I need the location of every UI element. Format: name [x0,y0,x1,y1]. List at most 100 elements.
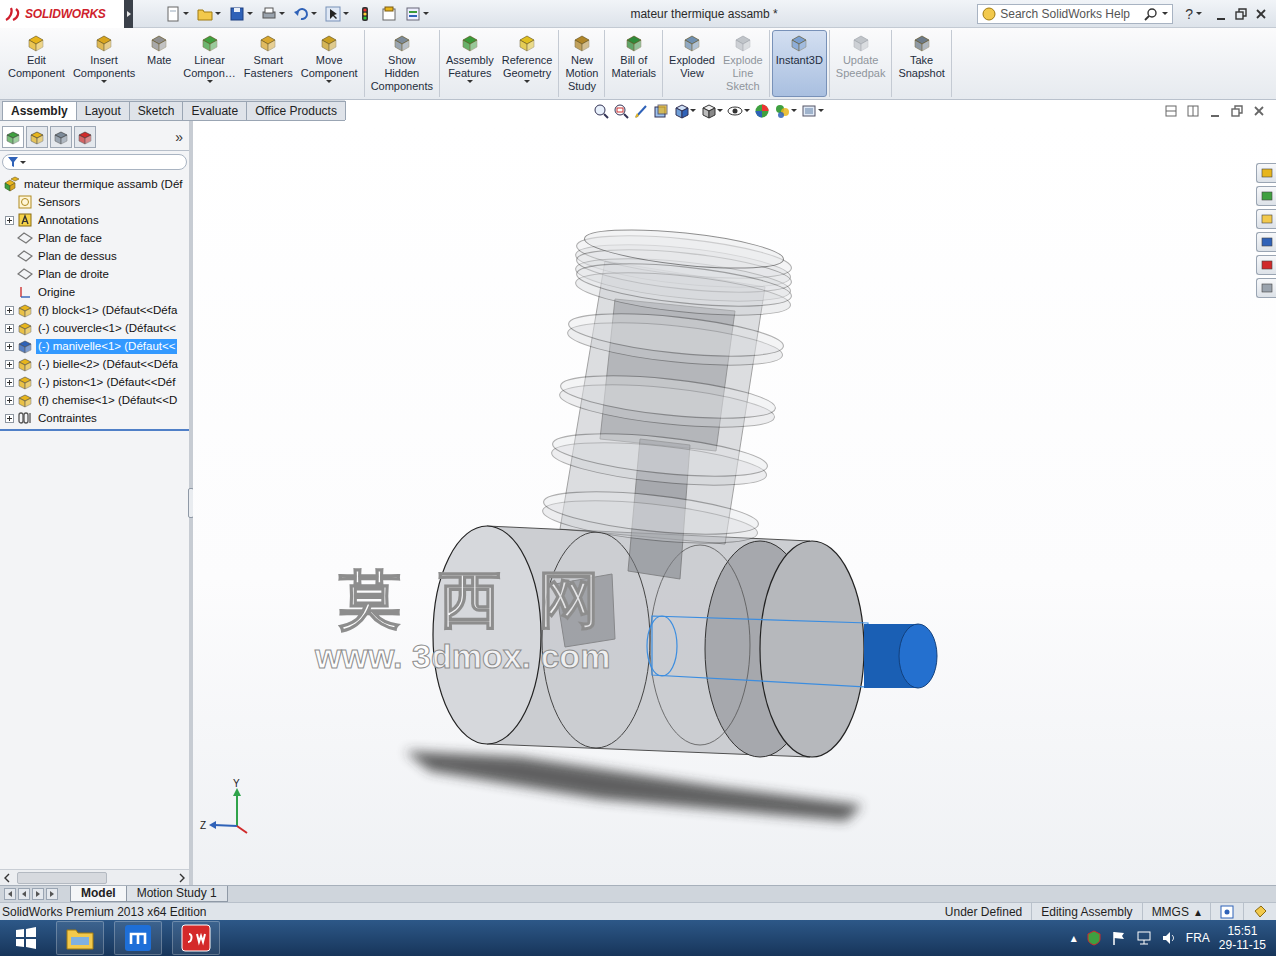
view-tool[interactable] [653,103,669,119]
command-button[interactable]: EditComponent [4,30,69,97]
command-tab[interactable]: Evaluate [182,101,247,120]
dropdown-caret[interactable] [101,80,107,83]
expand-icon[interactable] [5,324,14,333]
command-button[interactable]: MoveComponent [297,30,362,97]
manager-tab[interactable] [50,126,72,148]
scroll-track[interactable] [14,871,175,884]
next-arrow-icon[interactable] [32,888,44,900]
tree-item[interactable]: Annotations [0,211,189,229]
restore-window-icon[interactable] [1234,7,1248,21]
task-pane-tab[interactable] [1256,255,1276,275]
quick-access-button[interactable] [291,6,319,22]
quick-access-button[interactable] [227,6,255,22]
crankshaft[interactable] [647,616,937,688]
view-tool[interactable] [801,103,824,119]
quick-access-button[interactable] [355,6,375,22]
view-tool[interactable] [673,103,696,119]
view-tool[interactable] [633,103,649,119]
command-button[interactable]: ReferenceGeometry [498,30,557,97]
scroll-left[interactable] [0,870,14,885]
command-button[interactable]: Bill ofMaterials [607,30,660,97]
taskbar-solidworks[interactable] [172,921,220,955]
horizontal-scrollbar[interactable] [0,869,189,885]
prev-arrow-icon[interactable] [18,888,30,900]
more-tabs-button[interactable]: » [175,129,187,148]
cylinder[interactable] [541,223,794,579]
dropdown-caret[interactable] [1162,12,1168,15]
command-tab[interactable]: Layout [76,101,130,120]
command-button[interactable]: Mate [139,30,179,97]
expand-icon[interactable] [5,378,14,387]
menu-flyout[interactable] [124,0,133,28]
model-view[interactable]: YZ [193,121,1256,885]
help-search[interactable]: Search SolidWorks Help [977,4,1173,24]
task-pane-tab[interactable] [1256,163,1276,183]
manager-tab[interactable] [2,126,24,148]
dropdown-caret[interactable] [467,80,473,83]
task-pane-tab[interactable] [1256,186,1276,206]
manager-tab[interactable] [26,126,48,148]
dropdown-caret[interactable] [524,80,530,83]
tree-item[interactable]: (f) block<1> (Défaut<<Défa [0,301,189,319]
units-button[interactable]: MMGS▴ [1142,903,1210,920]
task-pane-tab[interactable] [1256,209,1276,229]
tree-item[interactable]: Plan de dessus [0,247,189,265]
tree-item[interactable]: Sensors [0,193,189,211]
right-arrow-icon[interactable] [177,872,187,884]
bottom-tab[interactable]: Motion Study 1 [126,886,228,902]
task-pane-tab[interactable] [1256,278,1276,298]
command-button[interactable]: InsertComponents [69,30,139,97]
tree-item[interactable]: Contraintes [0,409,189,427]
command-button[interactable]: ShowHiddenComponents [367,30,437,97]
first-arrow-icon[interactable] [4,888,16,900]
tile-window-icon[interactable] [1164,104,1178,118]
status-tags[interactable] [1243,903,1276,920]
tree-item[interactable]: (-) couvercle<1> (Défaut<< [0,319,189,337]
expand-icon[interactable] [5,306,14,315]
command-button[interactable]: TakeSnapshot [894,30,948,97]
quick-access-button[interactable] [323,6,351,22]
command-button[interactable]: Instant3D [772,30,827,97]
expand-icon[interactable] [5,216,14,225]
cascade-window-icon[interactable] [1186,104,1200,118]
tree-item[interactable]: Origine [0,283,189,301]
task-pane-tab[interactable] [1256,232,1276,252]
clock[interactable]: 15:5129-11-15 [1219,924,1270,952]
close-window-icon[interactable] [1254,7,1268,21]
quick-access-button[interactable] [259,6,287,22]
view-tool[interactable] [700,103,723,119]
command-button[interactable]: LinearCompon… [179,30,240,97]
last-arrow-icon[interactable] [46,888,58,900]
start-button[interactable] [6,921,46,955]
quick-access-button[interactable] [163,6,191,22]
command-tab[interactable]: Sketch [129,101,184,120]
left-arrow-icon[interactable] [2,872,12,884]
dropdown-caret[interactable] [207,80,213,83]
tree-item[interactable]: mateur thermique assamb (Déf [0,175,189,193]
quick-access-button[interactable] [379,6,399,22]
view-tool[interactable] [613,103,629,119]
view-tool[interactable] [754,103,770,119]
taskbar-browser[interactable] [114,921,162,955]
tree-item[interactable]: (f) chemise<1> (Défaut<<D [0,391,189,409]
bottom-tab[interactable]: Model [70,886,127,902]
scroll-thumb[interactable] [17,872,107,884]
command-button[interactable]: NewMotionStudy [561,30,602,97]
restore-window-icon[interactable] [1230,104,1244,118]
view-tool[interactable] [593,103,609,119]
close-window-icon[interactable] [1252,104,1266,118]
tree-item[interactable]: Plan de droite [0,265,189,283]
command-button[interactable]: ExplodedView [665,30,719,97]
help-menu[interactable]: ? [1185,6,1202,22]
tree-filter[interactable] [2,154,187,170]
manager-tab[interactable] [74,126,96,148]
expand-icon[interactable] [5,342,14,351]
graphics-canvas[interactable]: YZ莫 西 网www. 3dmox. com [193,121,1256,885]
logo[interactable]: SOLIDWORKS [0,0,124,28]
status-help[interactable] [1210,903,1243,920]
tree-item[interactable]: (-) piston<1> (Défaut<<Déf [0,373,189,391]
tree-item[interactable]: (-) manivelle<1> (Défaut<< [0,337,189,355]
command-tab[interactable]: Assembly [2,101,77,120]
expand-icon[interactable] [5,414,14,423]
network-icon[interactable] [1136,930,1152,946]
